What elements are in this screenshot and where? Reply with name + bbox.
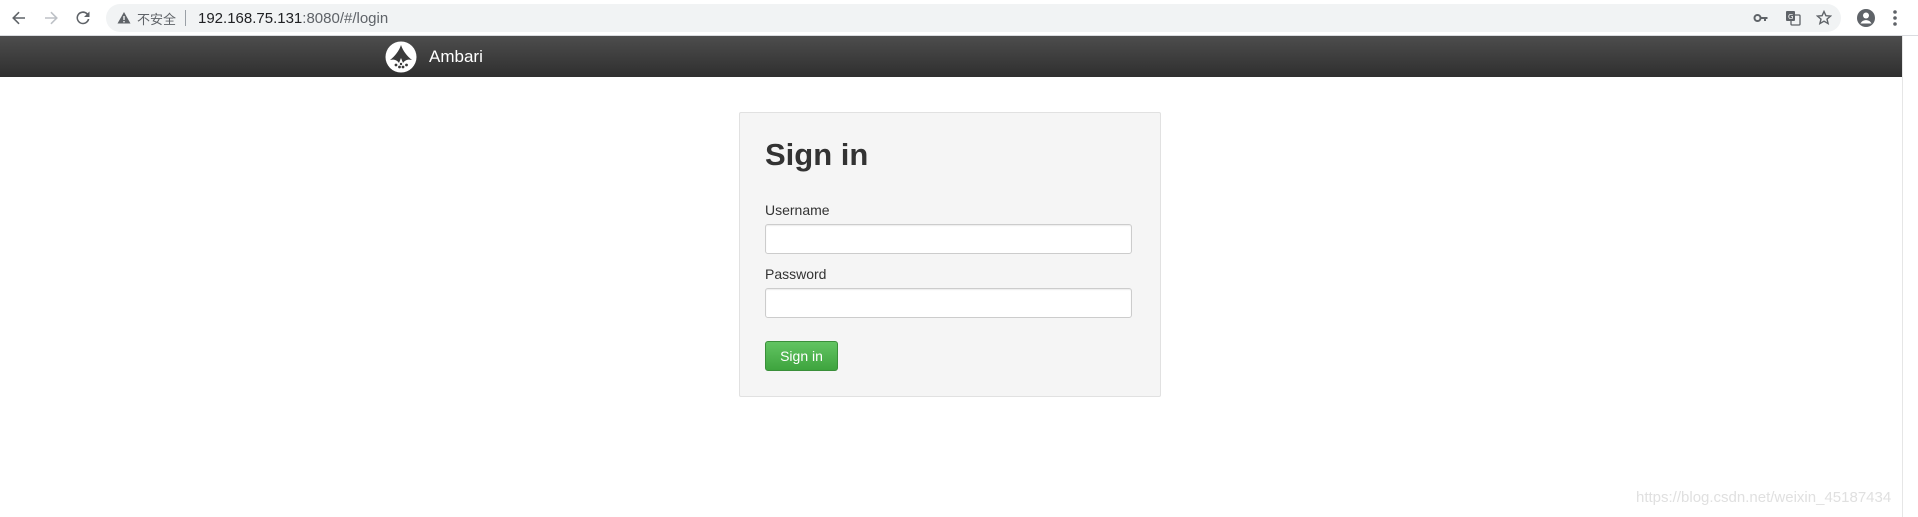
security-indicator[interactable]: 不安全	[117, 4, 187, 32]
svg-text:G: G	[1788, 13, 1793, 21]
browser-menu-button[interactable]	[1883, 6, 1907, 30]
browser-toolbar: 不安全 192.168.75.131:8080/#/login G	[0, 0, 1918, 36]
account-icon	[1857, 9, 1875, 27]
ambari-logo-icon	[385, 41, 417, 72]
back-button[interactable]	[7, 6, 31, 30]
page-title: Sign in	[765, 137, 869, 172]
forward-icon	[45, 11, 58, 25]
password-field[interactable]	[765, 288, 1132, 318]
address-bar[interactable]: 不安全 192.168.75.131:8080/#/login G	[106, 4, 1841, 32]
url-host: 192.168.75.131	[198, 9, 303, 27]
menu-icon	[1893, 10, 1897, 26]
url-text[interactable]: 192.168.75.131:8080/#/login	[198, 4, 388, 32]
app-navbar: Ambari	[0, 36, 1902, 77]
translate-button[interactable]: G	[1783, 8, 1803, 28]
url-rest: :8080/#/login	[302, 9, 389, 27]
reload-button[interactable]	[71, 6, 95, 30]
brand[interactable]: Ambari	[385, 39, 483, 74]
back-icon	[12, 11, 25, 25]
star-icon	[1816, 10, 1832, 26]
translate-icon: G	[1786, 11, 1801, 26]
warning-icon	[117, 12, 131, 24]
bookmark-button[interactable]	[1814, 8, 1834, 28]
sign-in-button[interactable]: Sign in	[765, 341, 838, 371]
brand-name: Ambari	[429, 46, 483, 66]
password-key-button[interactable]	[1751, 8, 1771, 28]
divider	[185, 10, 187, 26]
key-icon	[1753, 14, 1768, 22]
scrollbar[interactable]	[1902, 36, 1918, 517]
reload-icon	[76, 11, 90, 25]
security-label: 不安全	[137, 12, 177, 28]
login-form: Sign in Username Password Sign in	[739, 112, 1161, 397]
password-label: Password	[765, 266, 827, 282]
watermark: https://blog.csdn.net/weixin_45187434	[1636, 489, 1892, 506]
forward-button[interactable]	[39, 6, 63, 30]
username-field[interactable]	[765, 224, 1132, 254]
username-label: Username	[765, 202, 830, 218]
account-button[interactable]	[1854, 6, 1878, 30]
